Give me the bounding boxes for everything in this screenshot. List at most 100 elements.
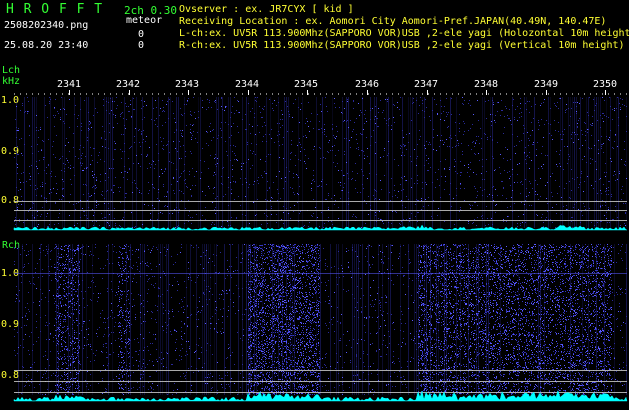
noise-dot xyxy=(519,268,520,269)
noise-dot xyxy=(23,367,24,368)
noise-dot xyxy=(138,342,139,343)
noise-dot xyxy=(29,209,30,210)
noise-dot xyxy=(577,127,578,128)
noise-dot xyxy=(537,194,538,195)
noise-dot xyxy=(99,152,100,153)
noise-dot xyxy=(86,345,87,346)
noise-dot xyxy=(294,332,295,333)
noise-dot xyxy=(109,132,110,133)
noise-column xyxy=(86,97,87,228)
minor-tick xyxy=(536,93,537,95)
noise-dot xyxy=(168,313,169,314)
noise-dot xyxy=(292,117,293,118)
noise-dot xyxy=(442,302,443,303)
noise-dot xyxy=(437,114,438,115)
noise-dot xyxy=(416,199,417,200)
noise-dot xyxy=(57,256,58,257)
noise-dot xyxy=(70,194,71,195)
noise-dot xyxy=(485,134,486,135)
noise-dot xyxy=(362,171,363,172)
noise-dot xyxy=(373,363,374,364)
noise-dot xyxy=(382,112,383,113)
noise-dot xyxy=(211,224,212,225)
minor-tick xyxy=(272,93,273,95)
noise-dot xyxy=(379,271,380,272)
minor-tick xyxy=(614,93,615,95)
noise-column xyxy=(216,244,217,395)
noise-dot xyxy=(149,332,150,333)
noise-dot xyxy=(48,266,49,267)
noise-dot xyxy=(81,126,82,127)
noise-dot xyxy=(324,124,325,125)
noise-dot xyxy=(200,219,201,220)
noise-dot xyxy=(600,380,601,381)
noise-dot xyxy=(45,325,46,326)
noise-dot xyxy=(288,111,289,112)
noise-dot xyxy=(283,245,284,246)
noise-dot xyxy=(608,362,609,363)
noise-dot xyxy=(482,248,483,249)
noise-column xyxy=(382,244,383,395)
noise-dot xyxy=(449,146,450,147)
noise-dot xyxy=(617,294,618,295)
noise-dot xyxy=(50,189,51,190)
noise-dot xyxy=(512,169,513,170)
noise-dot xyxy=(562,283,563,284)
noise-dot xyxy=(556,204,557,205)
noise-dot xyxy=(551,320,552,321)
minor-tick xyxy=(266,93,267,95)
noise-column xyxy=(450,97,451,228)
noise-dot xyxy=(454,369,455,370)
noise-dot xyxy=(37,226,38,227)
noise-dot xyxy=(140,166,141,167)
noise-dot xyxy=(87,137,88,138)
noise-dot xyxy=(329,303,330,304)
noise-dot xyxy=(61,97,62,98)
noise-dot xyxy=(599,179,600,180)
noise-dot xyxy=(249,184,250,185)
noise-dot xyxy=(93,225,94,226)
noise-dot xyxy=(521,202,522,203)
noise-dot xyxy=(297,318,298,319)
noise-dot xyxy=(454,351,455,352)
noise-dot xyxy=(616,319,617,320)
noise-dot xyxy=(593,316,594,317)
minor-tick xyxy=(524,93,525,95)
noise-dot xyxy=(221,106,222,107)
noise-dot xyxy=(88,389,89,390)
noise-dot xyxy=(70,168,71,169)
noise-dot xyxy=(510,159,511,160)
noise-dot xyxy=(394,185,395,186)
noise-dot xyxy=(519,113,520,114)
noise-dot xyxy=(347,120,348,121)
noise-dot xyxy=(401,200,402,201)
noise-dot xyxy=(143,300,144,301)
noise-dot xyxy=(439,146,440,147)
noise-dot xyxy=(517,106,518,107)
noise-dot xyxy=(619,364,620,365)
noise-dot xyxy=(625,161,626,162)
noise-dot xyxy=(92,187,93,188)
noise-column xyxy=(152,97,153,228)
noise-dot xyxy=(596,328,597,329)
noise-dot xyxy=(18,128,19,129)
noise-column xyxy=(158,97,159,228)
noise-dot xyxy=(159,264,160,265)
noise-dot xyxy=(321,186,322,187)
noise-dot xyxy=(268,251,269,252)
noise-dot xyxy=(404,146,405,147)
noise-dot xyxy=(193,131,194,132)
noise-dot xyxy=(283,158,284,159)
noise-column xyxy=(432,97,433,228)
noise-dot xyxy=(405,145,406,146)
noise-dot xyxy=(360,358,361,359)
noise-dot xyxy=(80,364,81,365)
noise-dot xyxy=(559,186,560,187)
noise-dot xyxy=(369,316,370,317)
noise-dot xyxy=(519,117,520,118)
noise-dot xyxy=(485,364,486,365)
noise-dot xyxy=(257,180,258,181)
noise-dot xyxy=(438,169,439,170)
noise-dot xyxy=(242,371,243,372)
noise-dot xyxy=(410,262,411,263)
